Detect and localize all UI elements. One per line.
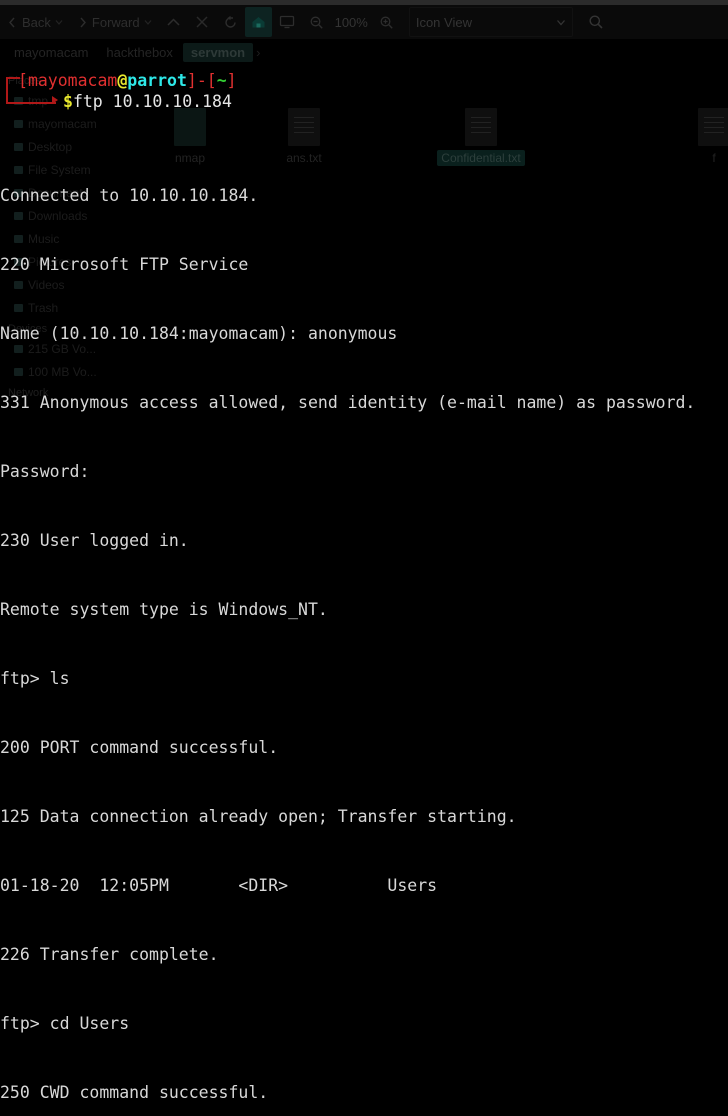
prompt-path: ~ xyxy=(216,71,227,90)
terminal-line: 200 PORT command successful. xyxy=(0,738,279,757)
terminal-line: 125 Data connection already open; Transf… xyxy=(0,807,517,826)
shell-prompt: [mayomacam@parrot]-[~] $ftp 10.10.10.184 xyxy=(0,69,728,115)
terminal-line: 226 Transfer complete. xyxy=(0,945,219,964)
prompt-bracket-close: ] xyxy=(186,71,197,90)
terminal-line: Remote system type is Windows_NT. xyxy=(0,600,328,619)
terminal-line: Name (10.10.10.184:mayomacam): anonymous xyxy=(0,324,398,343)
prompt-bracket-open: [ xyxy=(18,71,28,90)
prompt-at: @ xyxy=(117,71,128,90)
prompt-path-open: [ xyxy=(206,71,217,90)
prompt-command: ftp 10.10.10.184 xyxy=(72,92,232,111)
terminal-line: ftp> cd Users xyxy=(0,1014,130,1033)
prompt-user: mayomacam xyxy=(27,71,118,90)
terminal-line: 331 Anonymous access allowed, send ident… xyxy=(0,393,696,412)
prompt-host: parrot xyxy=(127,71,187,90)
prompt-command-line: $ftp 10.10.10.184 xyxy=(63,90,232,113)
terminal-line: 01-18-20 12:05PM <DIR> Users xyxy=(0,876,438,895)
prompt-identity-line: [mayomacam@parrot]-[~] xyxy=(18,69,237,92)
terminal-line: Password: xyxy=(0,462,90,481)
terminal-line: 220 Microsoft FTP Service xyxy=(0,255,249,274)
terminal-line: Connected to 10.10.10.184. xyxy=(0,186,259,205)
terminal-line: 250 CWD command successful. xyxy=(0,1083,269,1102)
terminal-line: ftp> ls xyxy=(0,669,70,688)
prompt-arrow-decoration xyxy=(52,96,58,104)
terminal-window[interactable]: [mayomacam@parrot]-[~] $ftp 10.10.10.184… xyxy=(0,0,728,1102)
prompt-path-close: ] xyxy=(226,71,237,90)
prompt-sigil: $ xyxy=(63,92,73,111)
terminal-line: 230 User logged in. xyxy=(0,531,189,550)
terminal-output: [mayomacam@parrot]-[~] $ftp 10.10.10.184… xyxy=(0,0,728,1116)
prompt-dash: - xyxy=(196,71,207,90)
